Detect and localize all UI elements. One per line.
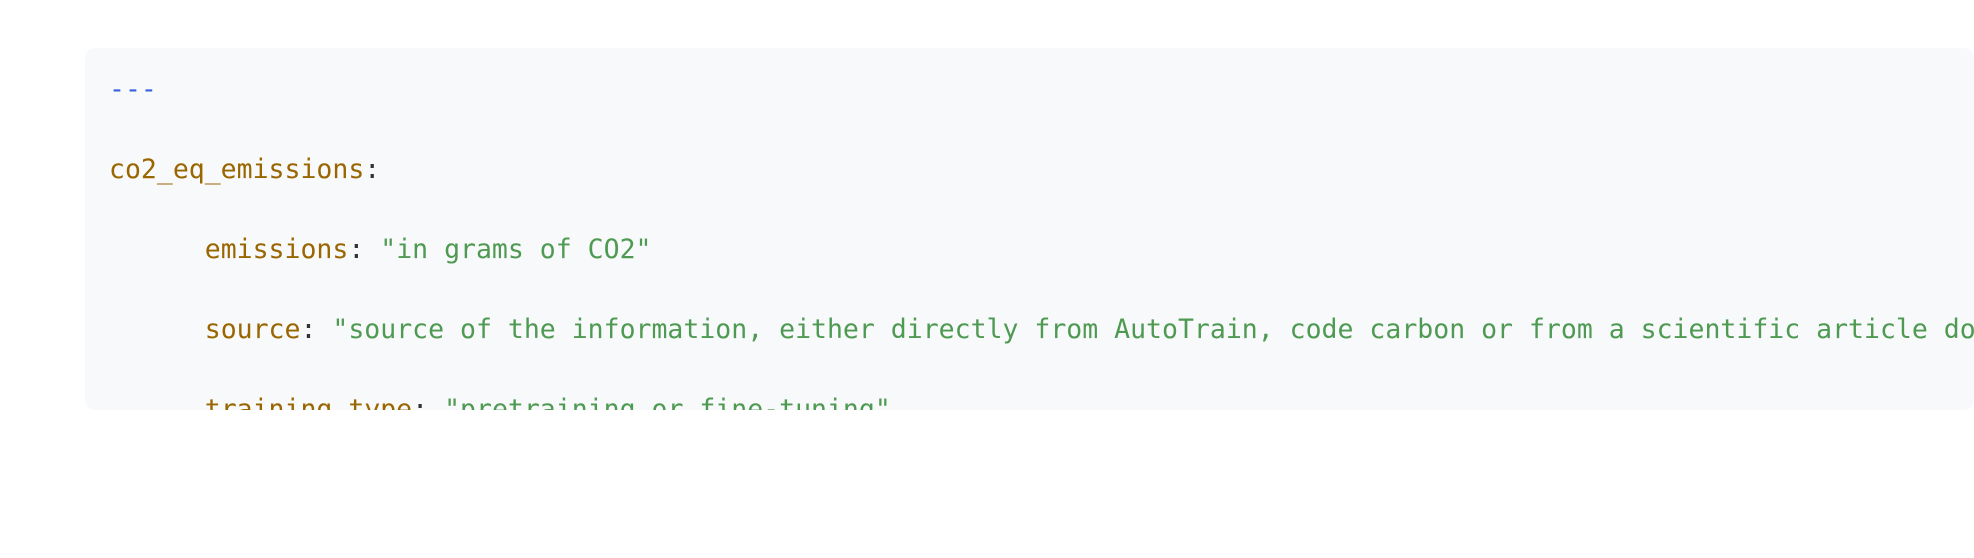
yaml-document-delimiter: --- bbox=[109, 74, 157, 105]
yaml-string-value: "pretraining or fine-tuning" bbox=[444, 394, 891, 410]
yaml-punctuation: : bbox=[348, 234, 381, 265]
yaml-string-value: "source of the information, either direc… bbox=[332, 314, 1974, 345]
code-line: training_type: "pretraining or fine-tuni… bbox=[109, 390, 1974, 410]
code-line: emissions: "in grams of CO2" bbox=[109, 230, 1974, 270]
yaml-punctuation: : bbox=[364, 154, 381, 185]
yaml-key: training_type bbox=[204, 394, 413, 410]
code-line: co2_eq_emissions: bbox=[109, 150, 1974, 190]
yaml-punctuation: : bbox=[300, 314, 333, 345]
code-line: source: "source of the information, eith… bbox=[109, 310, 1974, 350]
yaml-punctuation: : bbox=[412, 394, 445, 410]
yaml-key: emissions bbox=[204, 234, 349, 265]
yaml-key: source bbox=[204, 314, 301, 345]
yaml-key: co2_eq_emissions bbox=[109, 154, 365, 185]
code-line: --- bbox=[109, 70, 1974, 110]
code-block: --- co2_eq_emissions: emissions: "in gra… bbox=[85, 48, 1974, 410]
yaml-string-value: "in grams of CO2" bbox=[380, 234, 652, 265]
code-content: --- co2_eq_emissions: emissions: "in gra… bbox=[85, 48, 1974, 410]
